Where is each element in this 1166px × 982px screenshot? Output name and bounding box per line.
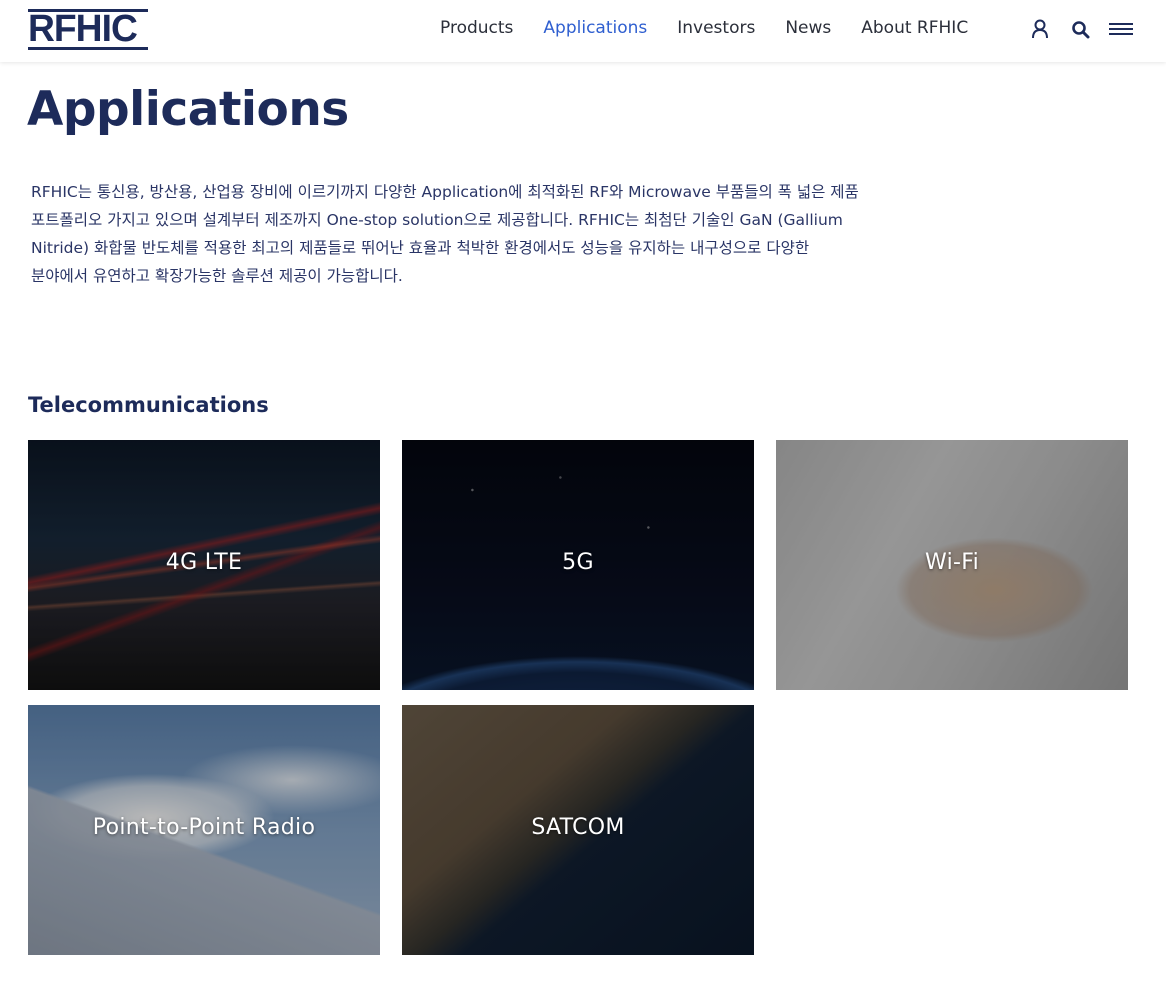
menu-icon[interactable] bbox=[1108, 17, 1134, 41]
intro-line: RFHIC는 통신용, 방산용, 산업용 장비에 이르기까지 다양한 Appli… bbox=[31, 183, 859, 201]
tile-label: 5G bbox=[562, 550, 594, 575]
intro-line: 포트폴리오 가지고 있으며 설계부터 제조까지 One-stop solutio… bbox=[31, 211, 843, 229]
nav-item-applications[interactable]: Applications bbox=[543, 18, 647, 38]
intro-line: 분야에서 유연하고 확장가능한 솔루션 제공이 가능합니다. bbox=[31, 267, 403, 285]
intro-line: Nitride) 화합물 반도체를 적용한 최고의 제품들로 뛰어난 효율과 척… bbox=[31, 239, 810, 257]
tile-label: Point-to-Point Radio bbox=[92, 815, 316, 840]
nav-item-news[interactable]: News bbox=[785, 18, 831, 38]
logo-text: RFHIC bbox=[28, 8, 138, 50]
section-title-telecommunications: Telecommunications bbox=[28, 393, 269, 417]
rfhic-logo[interactable]: RFHIC bbox=[28, 9, 148, 50]
tile-label: Wi-Fi bbox=[925, 550, 979, 575]
page-title: Applications bbox=[27, 82, 349, 137]
search-icon[interactable] bbox=[1068, 17, 1092, 41]
intro-paragraph: RFHIC는 통신용, 방산용, 산업용 장비에 이르기까지 다양한 Appli… bbox=[31, 178, 911, 290]
user-icon[interactable] bbox=[1028, 17, 1052, 41]
nav-item-products[interactable]: Products bbox=[440, 18, 513, 38]
tile-label: SATCOM bbox=[531, 815, 625, 840]
main-nav: Products Applications Investors News Abo… bbox=[440, 18, 998, 38]
nav-item-investors[interactable]: Investors bbox=[677, 18, 755, 38]
tile-5g[interactable]: 5G bbox=[402, 440, 754, 690]
tile-satcom[interactable]: SATCOM bbox=[402, 705, 754, 955]
tile-label: 4G LTE bbox=[165, 550, 243, 575]
header-icons bbox=[1028, 17, 1134, 41]
tile-wifi[interactable]: Wi-Fi bbox=[776, 440, 1128, 690]
tile-point-to-point-radio[interactable]: Point-to-Point Radio bbox=[28, 705, 380, 955]
nav-item-about[interactable]: About RFHIC bbox=[861, 18, 968, 38]
site-header: RFHIC Products Applications Investors Ne… bbox=[0, 0, 1166, 62]
tile-4g-lte[interactable]: 4G LTE bbox=[28, 440, 380, 690]
